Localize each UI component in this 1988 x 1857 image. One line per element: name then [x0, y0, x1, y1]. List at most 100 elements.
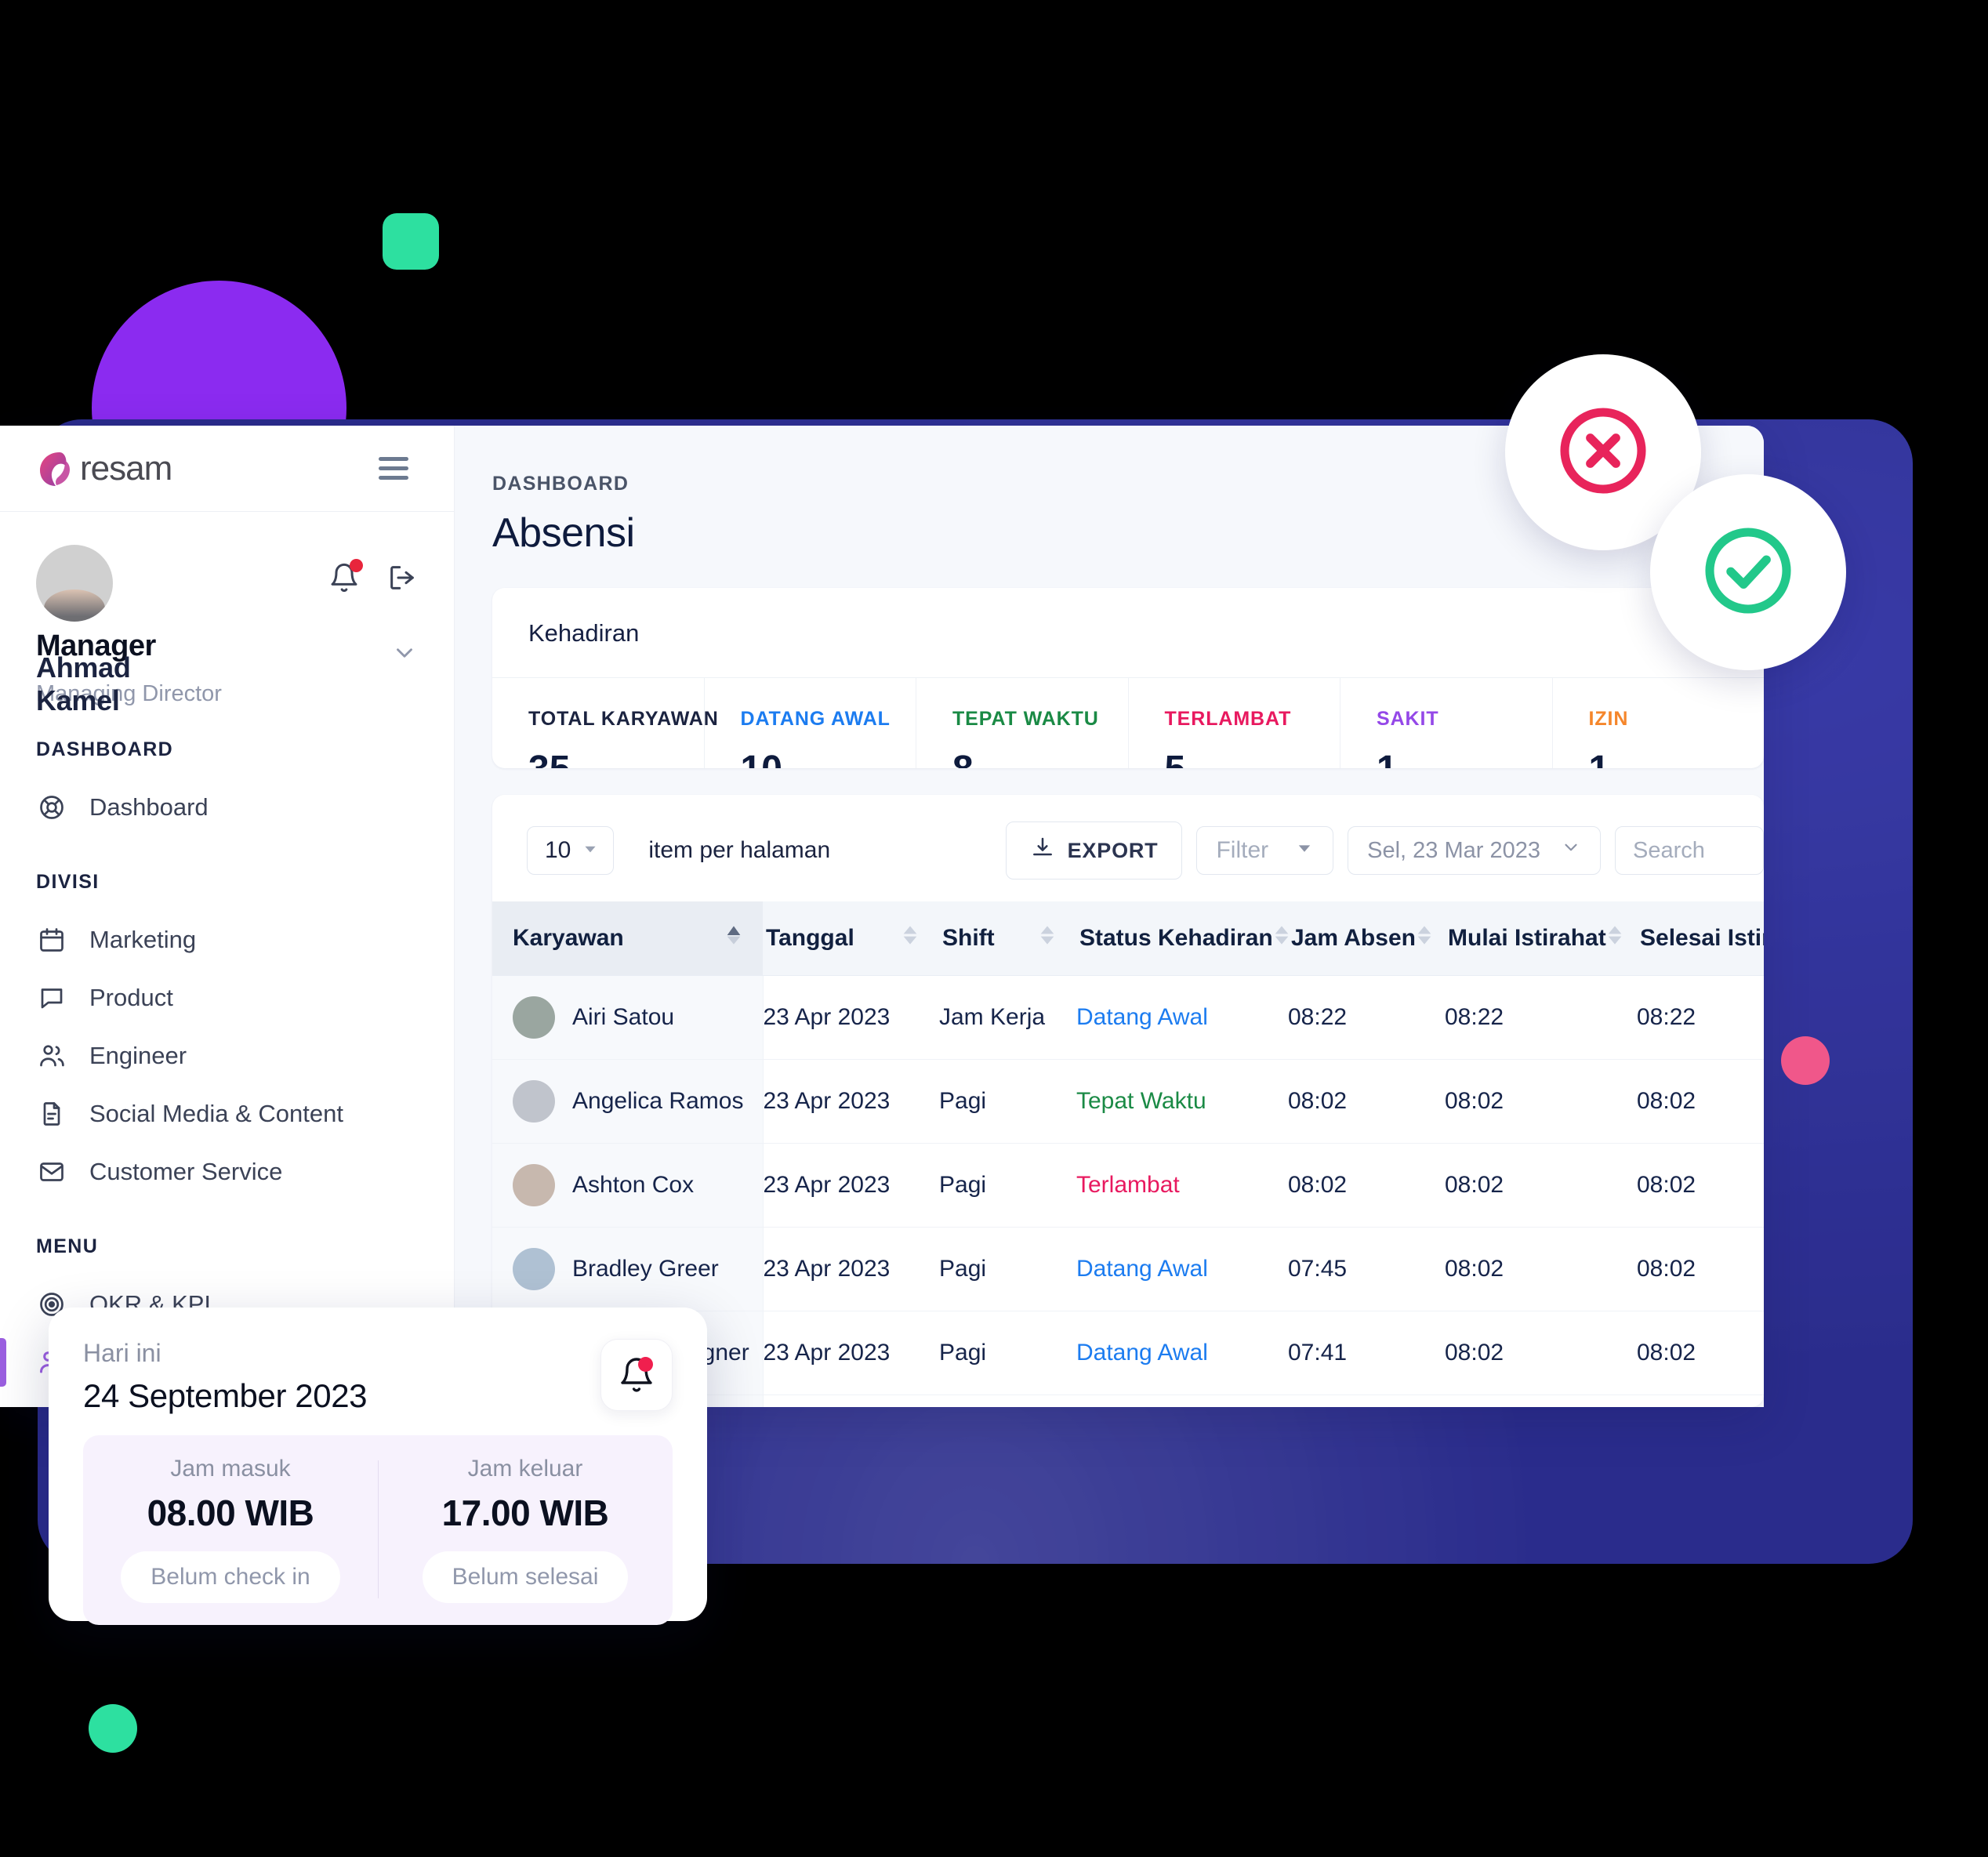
sort-both-icon: [1039, 923, 1056, 953]
employee-name: Angelica Ramos: [572, 1088, 744, 1115]
chevron-down-icon: [1561, 837, 1581, 864]
cell-status: Datang Awal: [1076, 1395, 1288, 1407]
today-attendance-card: Hari ini 24 September 2023 Jam masuk 08.…: [49, 1308, 707, 1625]
cell-status: Datang Awal: [1076, 1311, 1288, 1396]
cell-tanggal: 23 Apr 2023: [763, 1395, 939, 1407]
cell-shift: Pagi: [939, 1227, 1076, 1312]
employee-name: Bradley Greer: [572, 1256, 719, 1282]
brand-name: resam: [80, 448, 172, 488]
sidebar-item-engineer[interactable]: Engineer: [0, 1027, 454, 1085]
chevron-down-icon[interactable]: [391, 635, 418, 670]
employee-name: Airi Satou: [572, 1004, 675, 1031]
per-page-select[interactable]: 10: [527, 826, 615, 876]
caret-down-icon: [582, 837, 599, 864]
cell-selesai-istirahat: 08:02: [1637, 1059, 1764, 1144]
resam-logo-icon: [36, 448, 77, 489]
column-header-selesai-istirahat[interactable]: Selesai Istirahat: [1637, 901, 1764, 977]
stat-datang-awal: DATANG AWAL 10: [705, 678, 916, 769]
table-row[interactable]: Bradley Greer 23 Apr 2023 Pagi Datang Aw…: [492, 1227, 1764, 1312]
cell-tanggal: 23 Apr 2023: [763, 1227, 939, 1312]
per-page-label: item per halaman: [648, 837, 831, 864]
cell-shift: Pagi: [939, 1143, 1076, 1228]
stat-label: IZIN: [1588, 708, 1629, 730]
stat-value: 35: [528, 748, 704, 768]
sidebar-item-label: Product: [89, 984, 173, 1011]
column-header-mulai-istirahat[interactable]: Mulai Istirahat: [1445, 901, 1637, 977]
table-toolbar: 10 item per halaman EXPORT Filter Sel, 2…: [492, 795, 1764, 901]
date-picker[interactable]: Sel, 23 Mar 2023: [1348, 826, 1601, 876]
chat-icon: [36, 982, 67, 1014]
download-icon: [1030, 836, 1055, 866]
column-label: Status Kehadiran: [1079, 925, 1273, 952]
table-row[interactable]: Airi Satou 23 Apr 2023 Jam Kerja Datang …: [492, 975, 1764, 1061]
sidebar-nav: DASHBOARD Dashboard DIVISI Marketing Pro…: [0, 707, 454, 1407]
cell-jam-absen: 08:22: [1288, 975, 1445, 1061]
cell-shift: Pagi: [939, 1311, 1076, 1396]
column-label: Jam Absen: [1291, 925, 1416, 952]
stat-total-karyawan: TOTAL KARYAWAN 35: [492, 678, 719, 769]
jam-masuk-label: Jam masuk: [170, 1456, 291, 1482]
stat-label: TEPAT WAKTU: [952, 708, 1099, 730]
avatar: [513, 1164, 555, 1207]
cell-mulai-istirahat: 08:02: [1445, 1311, 1637, 1396]
cell-jam-absen: 07:45: [1288, 1227, 1445, 1312]
per-page-value: 10: [545, 837, 571, 864]
bell-icon[interactable]: [328, 559, 363, 597]
date-label: Sel, 23 Mar 2023: [1367, 837, 1540, 863]
cell-jam-absen: 08:02: [1288, 1059, 1445, 1144]
filter-label: Filter: [1216, 837, 1269, 864]
check-out-status-badge[interactable]: Belum selesai: [422, 1551, 629, 1603]
table-row[interactable]: Ashton Cox 23 Apr 2023 Pagi Terlambat 08…: [492, 1143, 1764, 1228]
today-label: Hari ini: [83, 1339, 161, 1367]
cell-mulai-istirahat: 08:02: [1445, 1395, 1637, 1407]
export-button[interactable]: EXPORT: [1005, 822, 1183, 880]
sidebar-user-block: Manager Ahmad Kamel Managing Director: [0, 512, 454, 716]
column-header-jam-absen[interactable]: Jam Absen: [1288, 901, 1445, 977]
sort-both-icon: [901, 923, 919, 953]
column-header-karyawan[interactable]: Karyawan: [492, 901, 763, 977]
cell-mulai-istirahat: 08:02: [1445, 1143, 1637, 1228]
logout-icon[interactable]: [386, 562, 418, 597]
sidebar-item-customer-service[interactable]: Customer Service: [0, 1143, 454, 1201]
cell-jam-absen: 07:35: [1288, 1395, 1445, 1407]
jam-masuk-block: Jam masuk 08.00 WIB Belum check in: [83, 1456, 378, 1603]
notification-badge: [638, 1357, 653, 1372]
cell-tanggal: 23 Apr 2023: [763, 1143, 939, 1228]
cell-shift: Malam: [939, 1395, 1076, 1407]
stat-tepat-waktu: TEPAT WAKTU 8: [916, 678, 1129, 769]
column-header-tanggal[interactable]: Tanggal: [763, 901, 939, 977]
decorative-green-dot: [89, 1704, 137, 1753]
cell-mulai-istirahat: 08:02: [1445, 1227, 1637, 1312]
export-label: EXPORT: [1067, 838, 1159, 862]
filter-dropdown[interactable]: Filter: [1196, 826, 1334, 876]
sidebar-header: resam: [0, 426, 454, 512]
sidebar-item-dashboard[interactable]: Dashboard: [0, 778, 454, 836]
check-in-status-badge[interactable]: Belum check in: [121, 1551, 340, 1603]
sidebar: resam Manager Ahmad Kamel Managing Direc…: [0, 426, 455, 1407]
calendar-icon: [36, 924, 67, 956]
avatar: [513, 1248, 555, 1291]
sidebar-item-label: Dashboard: [89, 793, 209, 821]
search-placeholder: Search: [1633, 837, 1705, 863]
cell-mulai-istirahat: 08:22: [1445, 975, 1637, 1061]
user-name: Ahmad Kamel: [36, 651, 131, 716]
table-row[interactable]: Angelica Ramos 23 Apr 2023 Pagi Tepat Wa…: [492, 1059, 1764, 1144]
column-label: Mulai Istirahat: [1448, 925, 1606, 952]
stat-label: TOTAL KARYAWAN: [528, 708, 719, 730]
column-header-status-kehadiran[interactable]: Status Kehadiran: [1076, 901, 1289, 977]
app-window: resam Manager Ahmad Kamel Managing Direc…: [0, 426, 1764, 1407]
mail-icon: [36, 1156, 67, 1188]
brand-logo[interactable]: resam: [36, 448, 172, 489]
column-header-shift[interactable]: Shift: [939, 901, 1076, 977]
sidebar-item-social-media-content[interactable]: Social Media & Content: [0, 1085, 454, 1143]
hamburger-icon[interactable]: [379, 457, 408, 480]
bell-icon[interactable]: [600, 1339, 673, 1411]
sidebar-item-marketing[interactable]: Marketing: [0, 911, 454, 969]
status-bubble-approved: [1650, 474, 1846, 670]
cell-status: Datang Awal: [1076, 1227, 1288, 1312]
sidebar-section-dashboard: DASHBOARD: [36, 738, 174, 760]
sidebar-item-product[interactable]: Product: [0, 969, 454, 1027]
search-input[interactable]: Search: [1615, 826, 1764, 876]
column-label: Selesai Istirahat: [1640, 925, 1764, 952]
column-label: Shift: [942, 925, 995, 952]
